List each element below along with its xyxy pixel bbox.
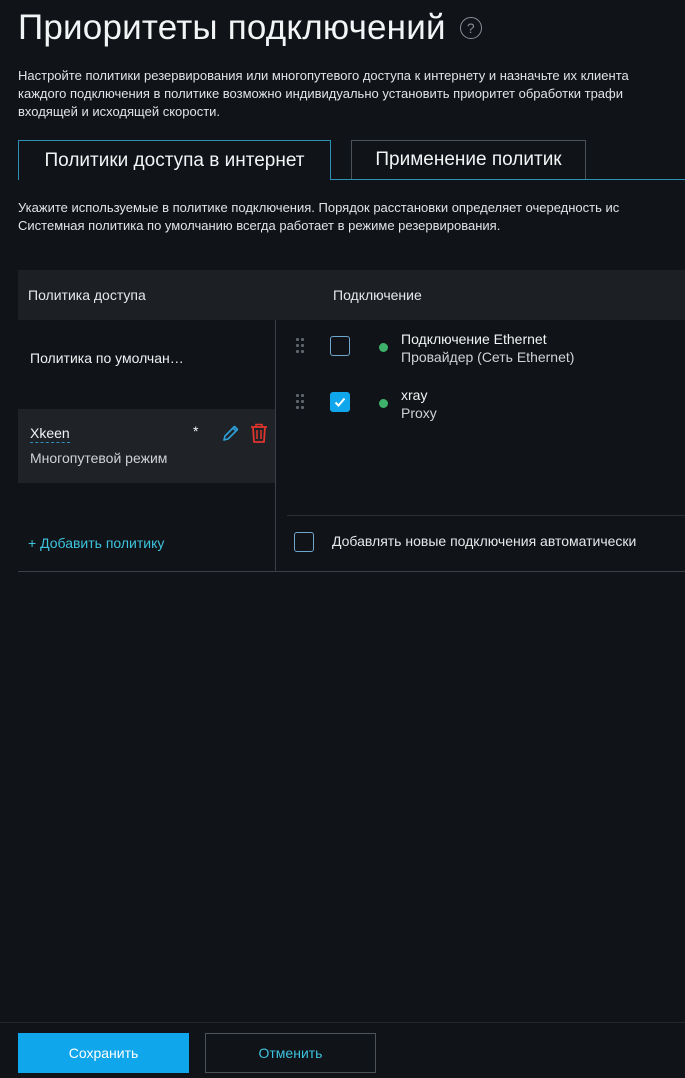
page-header: Приоритеты подключений ?: [18, 8, 482, 48]
page-description: Настройте политики резервирования или мн…: [18, 67, 685, 121]
connection-type: Proxy: [401, 405, 437, 421]
connection-checkbox[interactable]: [330, 392, 350, 412]
trash-icon[interactable]: [249, 422, 269, 444]
tab-access-policies[interactable]: Политики доступа в интернет: [18, 140, 331, 180]
description-line: каждого подключения в политике возможно …: [18, 86, 623, 101]
description-line: входящей и исходящей скорости.: [18, 104, 221, 119]
connection-checkbox[interactable]: [330, 336, 350, 356]
table-bottom-border: [18, 571, 685, 572]
policy-item-default[interactable]: Политика по умолчан…: [18, 320, 275, 395]
add-policy-link[interactable]: + Добавить политику: [28, 535, 164, 551]
connection-row-xray: xray Proxy: [276, 386, 685, 436]
policy-item-xkeen[interactable]: Xkeen * Многопутевой режим: [18, 409, 275, 483]
column-header-connection: Подключение: [333, 287, 422, 303]
connection-type: Провайдер (Сеть Ethernet): [401, 349, 575, 365]
column-header-policy: Политика доступа: [28, 287, 146, 303]
tab-apply-policies[interactable]: Применение политик: [351, 140, 586, 179]
auto-add-checkbox[interactable]: [294, 532, 314, 552]
policy-list: Политика по умолчан… Xkeen * Многопутево…: [18, 320, 275, 571]
status-dot-icon: [379, 399, 388, 408]
save-button[interactable]: Сохранить: [18, 1033, 189, 1073]
drag-handle-icon[interactable]: [296, 338, 306, 354]
connection-name: Подключение Ethernet: [401, 331, 547, 347]
unsaved-marker: *: [193, 423, 199, 439]
pencil-icon[interactable]: [221, 423, 241, 443]
question-circle-icon[interactable]: ?: [459, 17, 482, 39]
hint-line: Укажите используемые в политике подключе…: [18, 200, 620, 215]
policy-hint: Укажите используемые в политике подключе…: [18, 199, 619, 235]
description-line: Настройте политики резервирования или мн…: [18, 68, 629, 83]
connection-name: xray: [401, 387, 428, 403]
divider: [287, 515, 685, 516]
status-dot-icon: [379, 343, 388, 352]
page-title: Приоритеты подключений: [18, 8, 446, 47]
policy-name: Политика по умолчан…: [30, 350, 184, 366]
cancel-button[interactable]: Отменить: [205, 1033, 376, 1073]
policy-mode: Многопутевой режим: [30, 450, 168, 466]
policy-name[interactable]: Xkeen: [30, 425, 70, 443]
drag-handle-icon[interactable]: [296, 394, 306, 410]
connection-row-ethernet: Подключение Ethernet Провайдер (Сеть Eth…: [276, 330, 685, 380]
table-header: Политика доступа Подключение: [18, 270, 685, 320]
footer-divider: [0, 1022, 685, 1023]
auto-add-label: Добавлять новые подключения автоматическ…: [332, 533, 637, 549]
checkmark-icon: [334, 397, 346, 407]
hint-line: Системная политика по умолчанию всегда р…: [18, 218, 501, 233]
